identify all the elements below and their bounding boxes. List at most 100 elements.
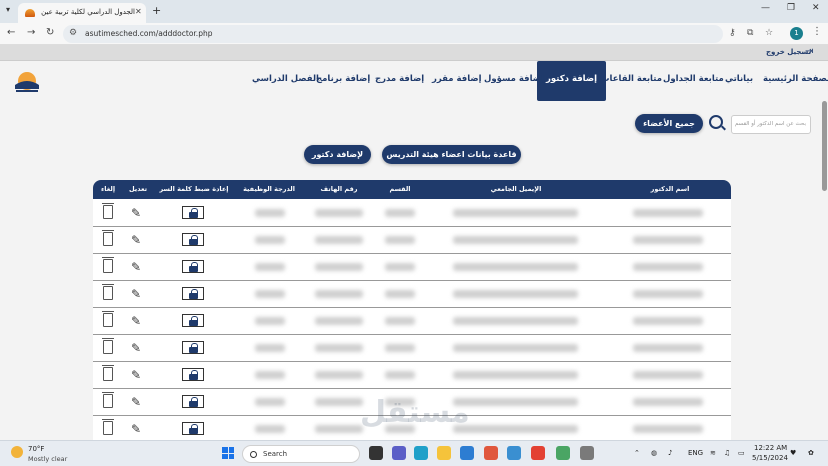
nav-add-program[interactable]: إضافة برنامج (316, 74, 370, 84)
bookmark-star-icon[interactable]: ☆ (765, 28, 773, 38)
nav-halls[interactable]: متابعة القاعات (601, 74, 662, 84)
edit-pencil-icon[interactable]: ✎ (131, 341, 141, 355)
table-header: اسم الدكتور الإيميل الجامعي القسم رقم ال… (93, 180, 731, 199)
reset-password-button[interactable] (182, 422, 204, 435)
battery-icon[interactable]: ▭ (738, 449, 745, 457)
taskbar-search-label: Search (263, 450, 288, 458)
email-cell (453, 317, 578, 325)
edit-pencil-icon[interactable]: ✎ (131, 233, 141, 247)
reset-password-button[interactable] (182, 233, 204, 246)
delete-icon[interactable] (102, 365, 114, 381)
reset-password-button[interactable] (182, 314, 204, 327)
password-key-icon[interactable]: ⚷ (729, 28, 736, 38)
add-doctor-button[interactable]: لإضافة دكتور (304, 145, 371, 164)
nav-add-hall[interactable]: إضافة مدرج (375, 74, 424, 84)
rank-cell (255, 317, 285, 325)
chrome-icon[interactable] (531, 446, 545, 460)
table-row: ✎ (93, 254, 731, 281)
reset-password-button[interactable] (182, 287, 204, 300)
page-scrollbar[interactable] (822, 101, 827, 191)
task-view-icon[interactable] (369, 446, 383, 460)
clock-date[interactable]: 5/15/2024 (752, 454, 788, 462)
tab-search-icon[interactable]: ▾ (6, 5, 10, 14)
rank-cell (255, 236, 285, 244)
all-members-button[interactable]: جميع الأعضاء (635, 114, 703, 133)
notification-icon[interactable]: ♥ (790, 449, 796, 457)
profile-avatar[interactable]: 1 (790, 27, 803, 40)
nav-my-data[interactable]: بياناتي (725, 74, 753, 84)
lock-icon (189, 316, 198, 326)
nav-add-doctor[interactable]: إضافة دكتور (537, 61, 606, 101)
wifi-icon[interactable]: ≋ (710, 449, 716, 457)
maximize-icon[interactable]: ❐ (787, 3, 795, 13)
mail-icon[interactable] (460, 446, 474, 460)
microphone-icon[interactable]: ♪ (668, 449, 672, 457)
edit-pencil-icon[interactable]: ✎ (131, 287, 141, 301)
new-tab-icon[interactable]: + (152, 4, 161, 17)
department-cell (385, 371, 415, 379)
back-icon[interactable]: ← (7, 27, 15, 38)
nav-add-admin[interactable]: إضافة مسؤول (484, 74, 544, 84)
reset-password-button[interactable] (182, 206, 204, 219)
translate-icon[interactable]: ⧉ (747, 28, 753, 38)
delete-icon[interactable] (102, 257, 114, 273)
close-tab-icon[interactable]: ✕ (135, 7, 142, 16)
delete-icon[interactable] (102, 284, 114, 300)
nav-home[interactable]: الصفحة الرئيسية (763, 74, 828, 84)
reset-password-button[interactable] (182, 341, 204, 354)
weather-temperature: 70°F (28, 445, 45, 453)
taskbar-search[interactable]: Search (242, 445, 360, 463)
delete-icon[interactable] (102, 392, 114, 408)
reload-icon[interactable]: ↻ (46, 27, 54, 38)
snipping-tool-icon[interactable] (580, 446, 594, 460)
store-icon[interactable] (507, 446, 521, 460)
search-icon[interactable] (709, 115, 723, 129)
url-field[interactable]: ⚙ asutimesched.com/adddoctor.php ⚷ ⧉ ☆ (63, 25, 773, 43)
edit-pencil-icon[interactable]: ✎ (131, 422, 141, 436)
site-info-icon[interactable]: ⚙ (69, 28, 77, 38)
nav-add-course[interactable]: إضافة مقرر (432, 74, 482, 84)
name-cell (633, 317, 703, 325)
email-cell (453, 263, 578, 271)
delete-icon[interactable] (102, 311, 114, 327)
nav-schedules[interactable]: متابعة الجداول (663, 74, 724, 84)
language-indicator[interactable]: ENG (688, 449, 703, 457)
faculty-database-button[interactable]: قاعدة بيانات اعضاء هيئة التدريس (382, 145, 521, 164)
edit-pencil-icon[interactable]: ✎ (131, 206, 141, 220)
reset-password-button[interactable] (182, 395, 204, 408)
delete-icon[interactable] (102, 230, 114, 246)
chrome-profile-icon[interactable] (556, 446, 570, 460)
teams-icon[interactable] (392, 446, 406, 460)
office-icon[interactable] (484, 446, 498, 460)
reset-password-button[interactable] (182, 260, 204, 273)
phone-cell (315, 425, 363, 433)
close-window-icon[interactable]: ✕ (812, 3, 820, 13)
tray-chevron-icon[interactable]: ⌃ (634, 449, 640, 457)
forward-icon[interactable]: → (27, 27, 35, 38)
clock-time[interactable]: 12:22 AM (754, 444, 787, 452)
reset-password-button[interactable] (182, 368, 204, 381)
delete-icon[interactable] (102, 203, 114, 219)
delete-icon[interactable] (102, 338, 114, 354)
edit-pencil-icon[interactable]: ✎ (131, 395, 141, 409)
copilot-icon[interactable]: ✿ (808, 449, 814, 457)
edit-pencil-icon[interactable]: ✎ (131, 260, 141, 274)
browser-tab[interactable]: الجدول الدراسي لكلية تربية عين ش ✕ (18, 3, 146, 23)
file-explorer-icon[interactable] (437, 446, 451, 460)
delete-icon[interactable] (102, 419, 114, 435)
minimize-icon[interactable]: — (761, 3, 770, 13)
tab-title: الجدول الدراسي لكلية تربية عين ش (40, 8, 135, 16)
browser-menu-icon[interactable]: ⋮ (812, 26, 822, 37)
tray-app-icon[interactable]: ◍ (651, 449, 657, 457)
nav-semester[interactable]: الفصل الدراسي (252, 74, 319, 84)
edit-pencil-icon[interactable]: ✎ (131, 314, 141, 328)
volume-icon[interactable]: ♫ (724, 449, 730, 457)
weather-moon-icon[interactable] (11, 446, 23, 458)
start-menu-icon[interactable] (222, 447, 234, 459)
col-department: القسم (389, 185, 411, 193)
edge-icon[interactable] (414, 446, 428, 460)
logout-icon[interactable]: ⇥ (805, 46, 813, 57)
edit-pencil-icon[interactable]: ✎ (131, 368, 141, 382)
lock-icon (189, 397, 198, 407)
search-input[interactable]: بحث عن اسم الدكتور أو القسم (731, 115, 811, 134)
